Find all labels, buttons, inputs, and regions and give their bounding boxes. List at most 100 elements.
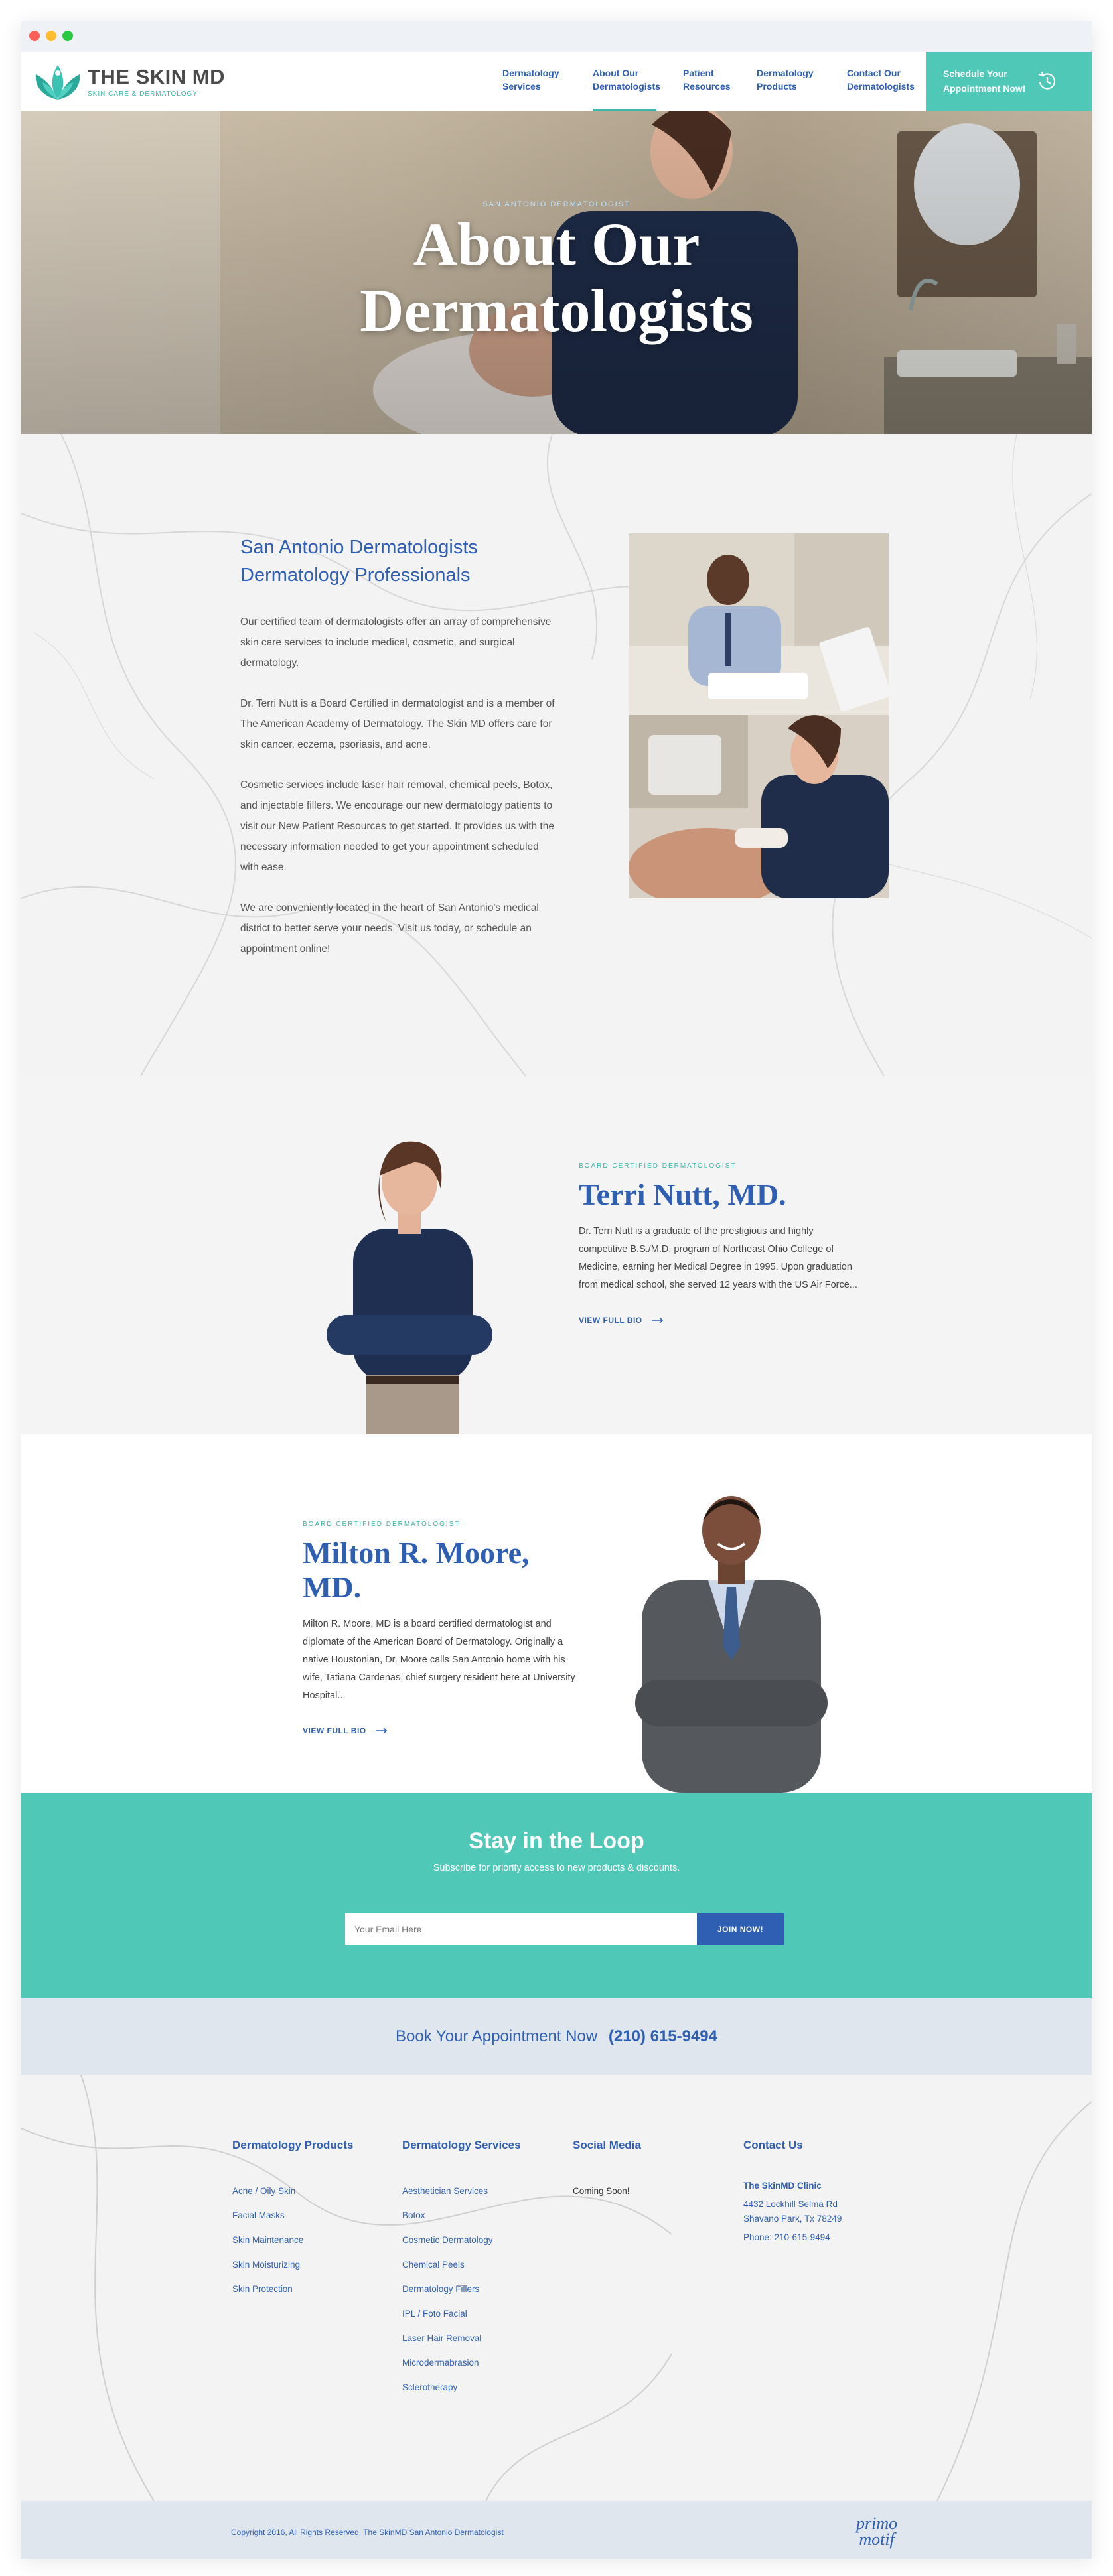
view-full-bio-link[interactable]: VIEW FULL BIO — [579, 1316, 664, 1325]
nav-dermatology-services[interactable]: Dermatology Services — [502, 66, 582, 111]
page-title: About Our Dermatologists — [21, 211, 1092, 344]
doctor-name-line1: Terri Nutt, MD. — [579, 1178, 786, 1211]
footer-link[interactable]: Cosmetic Dermatology — [402, 2228, 555, 2252]
nav-label-line2: Products — [757, 81, 797, 92]
footer-link[interactable]: Skin Maintenance — [232, 2228, 385, 2252]
newsletter-section: Stay in the Loop Subscribe for priority … — [21, 1793, 1092, 1998]
intro-paragraph: Our certified team of dermatologists off… — [240, 616, 552, 669]
site-footer: Dermatology Products Acne / Oily Skin Fa… — [21, 2075, 1092, 2501]
cta-line1: Schedule Your — [943, 68, 1007, 79]
intro-paragraph: Dr. Terri Nutt is a Board Certified in d… — [240, 698, 555, 750]
hero-eyebrow: SAN ANTONIO DERMATOLOGIST — [482, 200, 631, 208]
nav-label-line1: Dermatology — [757, 68, 814, 78]
nav-label-line2: Resources — [683, 81, 731, 92]
main-nav: Dermatology Services About Our Dermatolo… — [502, 66, 937, 111]
intro-heading-line2: Dermatology Professionals — [240, 565, 471, 586]
footer-social-column: Social Media Coming Soon! — [573, 2139, 725, 2203]
copyright-text: Copyright 2016, All Rights Reserved. The… — [231, 2528, 504, 2537]
intro-heading: San Antonio Dermatologists Dermatology P… — [240, 533, 559, 589]
clock-history-icon — [1038, 71, 1056, 90]
maximize-window-button[interactable] — [62, 31, 73, 41]
doctor-portrait-milton-moore — [635, 1496, 828, 1793]
footer-link[interactable]: Aesthetician Services — [402, 2179, 555, 2203]
clinic-phone[interactable]: Phone: 210-615-9494 — [743, 2230, 896, 2245]
doctor-credential: BOARD CERTIFIED DERMATOLOGIST — [303, 1521, 461, 1528]
intro-copy: San Antonio Dermatologists Dermatology P… — [240, 533, 559, 979]
footer-marble-background — [21, 2075, 1092, 2501]
nav-label-line1: About Our — [593, 68, 639, 78]
nav-dermatology-products[interactable]: Dermatology Products — [757, 66, 836, 111]
intro-heading-line1: San Antonio Dermatologists — [240, 537, 478, 558]
doctor-name: Terri Nutt, MD. — [579, 1178, 857, 1212]
appointment-text: Book Your Appointment Now — [395, 2027, 598, 2045]
email-field[interactable] — [345, 1913, 697, 1945]
footer-link[interactable]: Skin Protection — [232, 2277, 385, 2301]
copyright-bar: Copyright 2016, All Rights Reserved. The… — [21, 2501, 1092, 2559]
cta-label: Schedule Your Appointment Now! — [943, 66, 1025, 96]
arrow-right-icon — [651, 1317, 663, 1323]
page-title-line2: Dermatologists — [360, 277, 753, 344]
footer-services-title: Dermatology Services — [402, 2139, 521, 2151]
doctor-bio: Dr. Terri Nutt is a graduate of the pres… — [579, 1226, 857, 1290]
clinic-name: The SkinMD Clinic — [743, 2181, 822, 2191]
nav-label-line2: Services — [502, 81, 541, 92]
arrow-right-icon — [375, 1728, 387, 1734]
cta-line2: Appointment Now! — [943, 83, 1026, 94]
view-full-bio-link[interactable]: VIEW FULL BIO — [303, 1726, 388, 1735]
clinic-photo-treatment — [629, 715, 889, 898]
brand-name: THE SKIN MD — [88, 65, 225, 88]
doctor-info-terri-nutt: BOARD CERTIFIED DERMATOLOGIST Terri Nutt… — [579, 1162, 857, 1326]
footer-link[interactable]: IPL / Foto Facial — [402, 2301, 555, 2326]
doctor-info-milton-moore: BOARD CERTIFIED DERMATOLOGIST Milton R. … — [303, 1521, 581, 1737]
social-coming-soon: Coming Soon! — [573, 2186, 630, 2196]
brand-tagline: SKIN CARE & DERMATOLOGY — [88, 90, 198, 98]
footer-link[interactable]: Sclerotherapy — [402, 2375, 555, 2400]
doctor-bio: Milton R. Moore, MD is a board certified… — [303, 1619, 575, 1701]
browser-window: THE SKIN MD SKIN CARE & DERMATOLOGY Derm… — [21, 21, 1092, 2559]
clinic-address-line1: 4432 Lockhill Selma Rd — [743, 2199, 838, 2209]
footer-products-title: Dermatology Products — [232, 2139, 354, 2151]
credit-line2: motif — [859, 2530, 895, 2549]
newsletter-title: Stay in the Loop — [469, 1828, 644, 1854]
nav-label-line2: Dermatologists — [593, 81, 660, 92]
footer-link[interactable]: Skin Moisturizing — [232, 2252, 385, 2277]
view-full-bio-label: VIEW FULL BIO — [579, 1316, 642, 1325]
footer-services-column: Dermatology Services Aesthetician Servic… — [402, 2139, 555, 2400]
intro-paragraph: We are conveniently located in the heart… — [240, 902, 539, 955]
footer-link[interactable]: Facial Masks — [232, 2203, 385, 2228]
schedule-appointment-button[interactable]: Schedule Your Appointment Now! — [926, 52, 1092, 111]
doctor-name-line2: MD. — [303, 1570, 362, 1604]
footer-link[interactable]: Chemical Peels — [402, 2252, 555, 2277]
clinic-address-line2: Shavano Park, Tx 78249 — [743, 2214, 842, 2224]
footer-social-title: Social Media — [573, 2139, 641, 2151]
nav-patient-resources[interactable]: Patient Resources — [683, 66, 746, 111]
appointment-phone-link[interactable]: (210) 615-9494 — [609, 2027, 717, 2045]
footer-contact-column: Contact Us The SkinMD Clinic 4432 Lockhi… — [743, 2139, 896, 2245]
doctor-portrait-terri-nutt — [327, 1141, 492, 1434]
primo-motif-logo[interactable]: primo motif — [856, 2515, 897, 2549]
newsletter-subtitle: Subscribe for priority access to new pro… — [433, 1863, 680, 1873]
footer-products-column: Dermatology Products Acne / Oily Skin Fa… — [232, 2139, 385, 2301]
nav-label-line1: Contact Our — [847, 68, 901, 78]
intro-paragraph: Cosmetic services include laser hair rem… — [240, 780, 554, 873]
brand[interactable]: THE SKIN MD SKIN CARE & DERMATOLOGY — [88, 65, 225, 98]
lotus-logo-icon[interactable] — [31, 60, 85, 103]
footer-link[interactable]: Botox — [402, 2203, 555, 2228]
minimize-window-button[interactable] — [46, 31, 56, 41]
footer-link[interactable]: Microdermabrasion — [402, 2350, 555, 2375]
intro-section: San Antonio Dermatologists Dermatology P… — [21, 434, 1092, 1076]
appointment-bar: Book Your Appointment Now (210) 615-9494 — [21, 1998, 1092, 2075]
view-full-bio-label: VIEW FULL BIO — [303, 1726, 366, 1735]
nav-contact-dermatologists[interactable]: Contact Our Dermatologists — [847, 66, 927, 111]
nav-label-line1: Patient — [683, 68, 714, 78]
footer-link[interactable]: Acne / Oily Skin — [232, 2179, 385, 2203]
nav-label-line1: Dermatology — [502, 68, 559, 78]
footer-link[interactable]: Dermatology Fillers — [402, 2277, 555, 2301]
page-title-line1: About Our — [413, 210, 700, 278]
footer-link[interactable]: Laser Hair Removal — [402, 2326, 555, 2350]
nav-about-dermatologists[interactable]: About Our Dermatologists — [593, 66, 672, 111]
join-now-button[interactable]: JOIN NOW! — [697, 1913, 784, 1945]
doctor-profile-milton-moore: BOARD CERTIFIED DERMATOLOGIST Milton R. … — [21, 1434, 1092, 1793]
close-window-button[interactable] — [29, 31, 40, 41]
doctor-name: Milton R. Moore, MD. — [303, 1536, 581, 1605]
